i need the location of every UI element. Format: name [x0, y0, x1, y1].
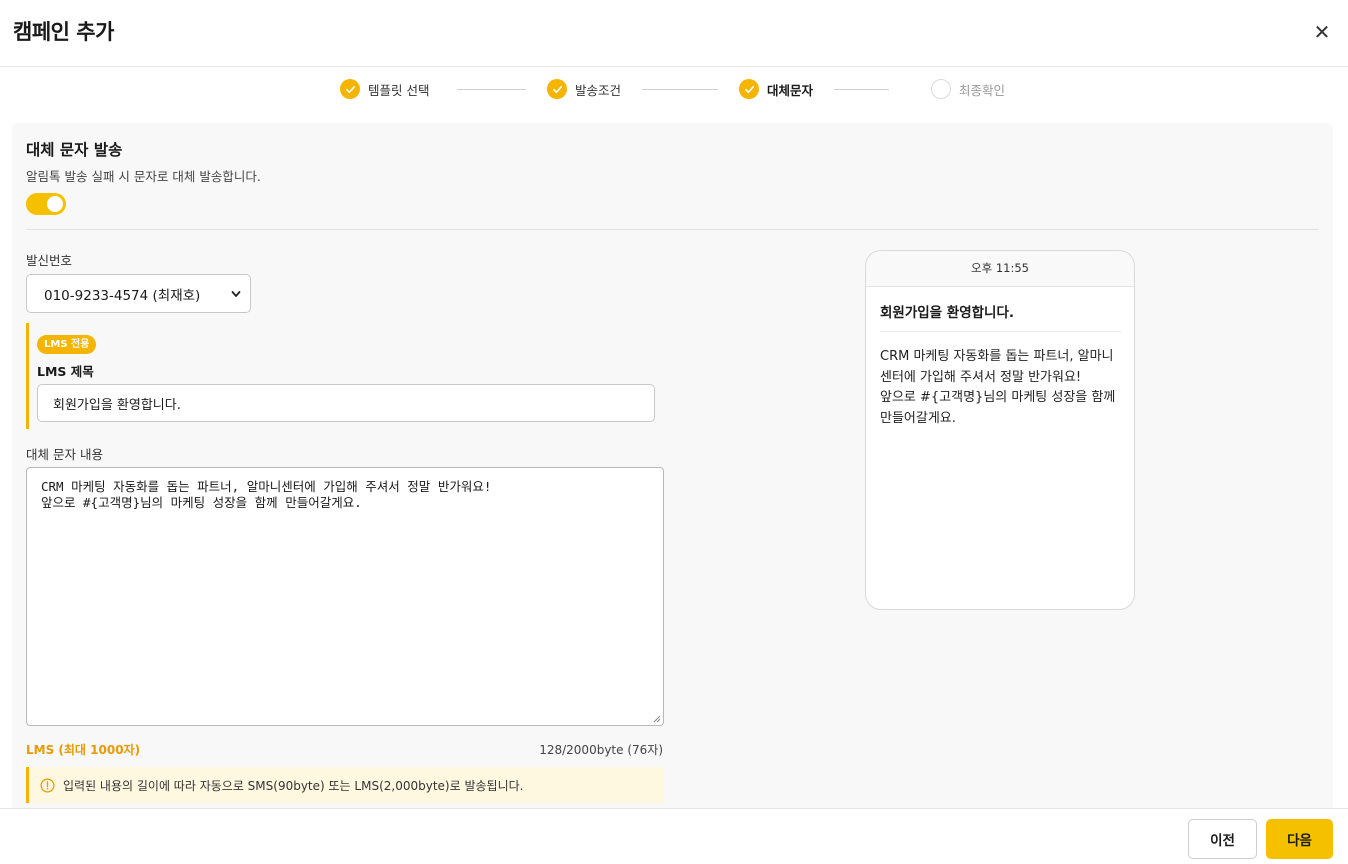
step-label: 대체문자 [767, 82, 814, 98]
check-icon [739, 79, 759, 99]
toggle-knob [47, 196, 63, 212]
fallback-toggle[interactable] [26, 193, 66, 215]
preview-body: CRM 마케팅 자동화를 돕는 파트너, 알마니 센터에 가입해 주셔서 정말 … [880, 349, 1116, 426]
lms-title-input[interactable]: 회원가입을 환영합니다. [37, 384, 655, 422]
prev-button[interactable]: 이전 [1188, 819, 1257, 859]
step-template-select[interactable]: 템플릿 선택 [340, 78, 429, 100]
stepper: 템플릿 선택 발송조건 대체문자 최종확인 [0, 67, 1348, 123]
content-label: 대체 문자 내용 [26, 447, 103, 462]
lms-title-block: LMS 전용 LMS 제목 회원가입을 환영합니다. [26, 323, 666, 429]
byte-count: 128/2000byte (76자) [539, 743, 663, 757]
step-label: 발송조건 [575, 82, 622, 98]
modal-footer: 이전 다음 [0, 808, 1348, 864]
page-title: 캠페인 추가 [13, 20, 114, 44]
section-description: 알림톡 발송 실패 시 문자로 대체 발송합니다. [26, 169, 261, 184]
step-connector [834, 89, 889, 90]
lms-limit-label: LMS (최대 1000자) [26, 743, 141, 757]
info-icon [40, 778, 55, 792]
divider [26, 229, 1319, 230]
section-title: 대체 문자 발송 [26, 141, 123, 159]
resize-grip-icon[interactable] [653, 715, 661, 723]
lms-title-label: LMS 제목 [37, 364, 94, 379]
step-send-conditions[interactable]: 발송조건 [547, 78, 621, 100]
step-connector [457, 89, 526, 90]
preview-title: 회원가입을 환영합니다. [880, 301, 1121, 332]
check-icon [547, 79, 567, 99]
next-button[interactable]: 다음 [1266, 819, 1333, 859]
step-fallback-sms[interactable]: 대체문자 [739, 78, 813, 100]
sender-number-value: 010-9233-4574 (최재호) [44, 287, 201, 304]
sender-number-label: 발신번호 [26, 253, 73, 268]
modal-header: 캠페인 추가 ✕ [0, 0, 1348, 67]
notice-text: 입력된 내용의 길이에 따라 자동으로 SMS(90byte) 또는 LMS(2… [63, 778, 524, 793]
step-label: 템플릿 선택 [368, 82, 430, 98]
close-icon[interactable]: ✕ [1310, 20, 1334, 44]
phone-preview: 오후 11:55 회원가입을 환영합니다. CRM 마케팅 자동화를 돕는 파트… [865, 250, 1135, 610]
preview-time: 오후 11:55 [866, 251, 1134, 287]
fallback-sms-panel: 대체 문자 발송 알림톡 발송 실패 시 문자로 대체 발송합니다. 발신번호 … [12, 123, 1333, 823]
lms-only-badge: LMS 전용 [37, 335, 97, 354]
sms-content-text: CRM 마케팅 자동화를 돕는 파트너, 알마니센터에 가입해 주셔서 정말 반… [41, 479, 492, 510]
sender-number-select[interactable]: 010-9233-4574 (최재호) [26, 274, 251, 313]
step-final-confirm[interactable]: 최종확인 [931, 78, 1005, 100]
sms-content-textarea[interactable]: CRM 마케팅 자동화를 돕는 파트너, 알마니센터에 가입해 주셔서 정말 반… [26, 467, 664, 726]
check-icon [340, 79, 360, 99]
step-label: 최종확인 [959, 82, 1006, 98]
length-notice: 입력된 내용의 길이에 따라 자동으로 SMS(90byte) 또는 LMS(2… [26, 767, 664, 803]
empty-circle-icon [931, 79, 951, 99]
chevron-down-icon [231, 291, 241, 297]
step-connector [642, 89, 718, 90]
